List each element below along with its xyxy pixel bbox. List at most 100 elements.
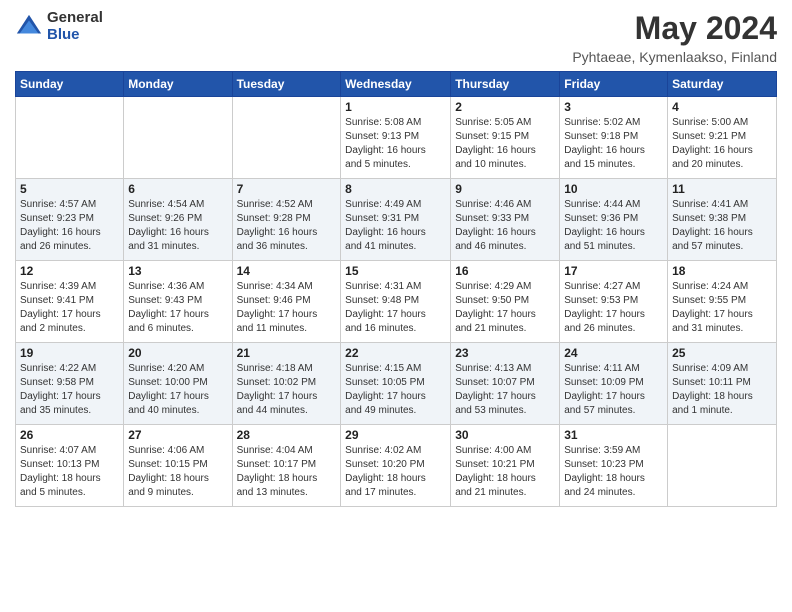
day-number: 30: [455, 428, 555, 442]
day-cell: 27 Sunrise: 4:06 AM Sunset: 10:15 PM Dayl…: [124, 425, 232, 507]
calendar-header: Sunday Monday Tuesday Wednesday Thursday…: [16, 72, 777, 97]
day-cell: 23 Sunrise: 4:13 AM Sunset: 10:07 PM Dayl…: [451, 343, 560, 425]
col-monday: Monday: [124, 72, 232, 97]
day-info: Sunrise: 4:27 AM Sunset: 9:53 PM Dayligh…: [564, 280, 663, 336]
day-cell: 1 Sunrise: 5:08 AM Sunset: 9:13 PM Daylig…: [341, 97, 451, 179]
day-cell: [668, 425, 777, 507]
day-number: 4: [672, 100, 772, 114]
day-cell: 8Sunrise: 4:49 AM Sunset: 9:31 PM Daylig…: [341, 179, 451, 261]
day-number: 13: [128, 264, 227, 278]
col-sunday: Sunday: [16, 72, 124, 97]
day-cell: 31 Sunrise: 3:59 AM Sunset: 10:23 PM Dayl…: [560, 425, 668, 507]
day-info: Sunrise: 4:07 AM Sunset: 10:13 PM Daylig…: [20, 444, 119, 500]
day-number: 23: [455, 346, 555, 360]
day-info: Sunrise: 4:54 AM Sunset: 9:26 PM Dayligh…: [128, 198, 227, 254]
col-tuesday: Tuesday: [232, 72, 341, 97]
day-info: Sunrise: 4:22 AM Sunset: 9:58 PM Dayligh…: [20, 362, 119, 418]
col-friday: Friday: [560, 72, 668, 97]
week-row-2: 12 Sunrise: 4:39 AM Sunset: 9:41 PM Dayli…: [16, 261, 777, 343]
day-number: 11: [672, 182, 772, 196]
day-cell: 7 Sunrise: 4:52 AM Sunset: 9:28 PM Daylig…: [232, 179, 341, 261]
day-cell: [16, 97, 124, 179]
subtitle: Pyhtaeae, Kymenlaakso, Finland: [572, 49, 777, 65]
day-info: Sunrise: 4:46 AM Sunset: 9:33 PM Dayligh…: [455, 198, 555, 254]
day-cell: 9 Sunrise: 4:46 AM Sunset: 9:33 PM Daylig…: [451, 179, 560, 261]
day-number: 21: [237, 346, 337, 360]
day-cell: 14 Sunrise: 4:34 AM Sunset: 9:46 PM Dayli…: [232, 261, 341, 343]
day-info: Sunrise: 5:08 AM Sunset: 9:13 PM Dayligh…: [345, 116, 446, 172]
day-number: 5: [20, 182, 119, 196]
day-info: Sunrise: 4:11 AM Sunset: 10:09 PM Daylig…: [564, 362, 663, 418]
day-info: Sunrise: 4:20 AM Sunset: 10:00 PM Daylig…: [128, 362, 227, 418]
week-row-4: 26 Sunrise: 4:07 AM Sunset: 10:13 PM Dayl…: [16, 425, 777, 507]
calendar: Sunday Monday Tuesday Wednesday Thursday…: [15, 71, 777, 507]
header-row: Sunday Monday Tuesday Wednesday Thursday…: [16, 72, 777, 97]
day-cell: 26 Sunrise: 4:07 AM Sunset: 10:13 PM Dayl…: [16, 425, 124, 507]
day-cell: 15Sunrise: 4:31 AM Sunset: 9:48 PM Dayli…: [341, 261, 451, 343]
day-number: 27: [128, 428, 227, 442]
day-cell: 24Sunrise: 4:11 AM Sunset: 10:09 PM Dayl…: [560, 343, 668, 425]
header: General Blue May 2024 Pyhtaeae, Kymenlaa…: [15, 10, 777, 65]
logo-text: General Blue: [47, 10, 103, 43]
day-cell: 20 Sunrise: 4:20 AM Sunset: 10:00 PM Dayl…: [124, 343, 232, 425]
day-info: Sunrise: 4:04 AM Sunset: 10:17 PM Daylig…: [237, 444, 337, 500]
day-cell: [124, 97, 232, 179]
week-row-1: 5 Sunrise: 4:57 AM Sunset: 9:23 PM Daylig…: [16, 179, 777, 261]
day-info: Sunrise: 5:00 AM Sunset: 9:21 PM Dayligh…: [672, 116, 772, 172]
day-info: Sunrise: 4:52 AM Sunset: 9:28 PM Dayligh…: [237, 198, 337, 254]
week-row-3: 19 Sunrise: 4:22 AM Sunset: 9:58 PM Dayli…: [16, 343, 777, 425]
day-info: Sunrise: 4:34 AM Sunset: 9:46 PM Dayligh…: [237, 280, 337, 336]
day-cell: 4 Sunrise: 5:00 AM Sunset: 9:21 PM Daylig…: [668, 97, 777, 179]
day-number: 17: [564, 264, 663, 278]
day-info: Sunrise: 4:39 AM Sunset: 9:41 PM Dayligh…: [20, 280, 119, 336]
day-number: 25: [672, 346, 772, 360]
col-thursday: Thursday: [451, 72, 560, 97]
day-number: 9: [455, 182, 555, 196]
day-cell: 29Sunrise: 4:02 AM Sunset: 10:20 PM Dayl…: [341, 425, 451, 507]
day-info: Sunrise: 4:29 AM Sunset: 9:50 PM Dayligh…: [455, 280, 555, 336]
day-info: Sunrise: 4:24 AM Sunset: 9:55 PM Dayligh…: [672, 280, 772, 336]
day-number: 1: [345, 100, 446, 114]
day-cell: 25 Sunrise: 4:09 AM Sunset: 10:11 PM Dayl…: [668, 343, 777, 425]
day-number: 26: [20, 428, 119, 442]
day-info: Sunrise: 4:18 AM Sunset: 10:02 PM Daylig…: [237, 362, 337, 418]
day-number: 8: [345, 182, 446, 196]
page: General Blue May 2024 Pyhtaeae, Kymenlaa…: [0, 0, 792, 612]
day-number: 14: [237, 264, 337, 278]
day-info: Sunrise: 4:09 AM Sunset: 10:11 PM Daylig…: [672, 362, 772, 418]
col-wednesday: Wednesday: [341, 72, 451, 97]
day-number: 3: [564, 100, 663, 114]
day-info: Sunrise: 4:13 AM Sunset: 10:07 PM Daylig…: [455, 362, 555, 418]
day-cell: 16 Sunrise: 4:29 AM Sunset: 9:50 PM Dayli…: [451, 261, 560, 343]
day-cell: 22Sunrise: 4:15 AM Sunset: 10:05 PM Dayl…: [341, 343, 451, 425]
day-number: 28: [237, 428, 337, 442]
day-info: Sunrise: 4:57 AM Sunset: 9:23 PM Dayligh…: [20, 198, 119, 254]
day-info: Sunrise: 3:59 AM Sunset: 10:23 PM Daylig…: [564, 444, 663, 500]
title-area: May 2024 Pyhtaeae, Kymenlaakso, Finland: [572, 10, 777, 65]
week-row-0: 1 Sunrise: 5:08 AM Sunset: 9:13 PM Daylig…: [16, 97, 777, 179]
day-number: 7: [237, 182, 337, 196]
day-cell: [232, 97, 341, 179]
day-info: Sunrise: 4:06 AM Sunset: 10:15 PM Daylig…: [128, 444, 227, 500]
calendar-body: 1 Sunrise: 5:08 AM Sunset: 9:13 PM Daylig…: [16, 97, 777, 507]
day-number: 31: [564, 428, 663, 442]
day-number: 12: [20, 264, 119, 278]
day-number: 20: [128, 346, 227, 360]
day-cell: 19 Sunrise: 4:22 AM Sunset: 9:58 PM Dayli…: [16, 343, 124, 425]
day-info: Sunrise: 4:02 AM Sunset: 10:20 PM Daylig…: [345, 444, 446, 500]
day-info: Sunrise: 5:02 AM Sunset: 9:18 PM Dayligh…: [564, 116, 663, 172]
day-number: 16: [455, 264, 555, 278]
day-info: Sunrise: 4:36 AM Sunset: 9:43 PM Dayligh…: [128, 280, 227, 336]
day-cell: 12 Sunrise: 4:39 AM Sunset: 9:41 PM Dayli…: [16, 261, 124, 343]
day-info: Sunrise: 5:05 AM Sunset: 9:15 PM Dayligh…: [455, 116, 555, 172]
day-info: Sunrise: 4:44 AM Sunset: 9:36 PM Dayligh…: [564, 198, 663, 254]
day-cell: 11Sunrise: 4:41 AM Sunset: 9:38 PM Dayli…: [668, 179, 777, 261]
day-cell: 18 Sunrise: 4:24 AM Sunset: 9:55 PM Dayli…: [668, 261, 777, 343]
day-number: 19: [20, 346, 119, 360]
col-saturday: Saturday: [668, 72, 777, 97]
day-cell: 3 Sunrise: 5:02 AM Sunset: 9:18 PM Daylig…: [560, 97, 668, 179]
logo-blue: Blue: [47, 27, 103, 44]
day-number: 6: [128, 182, 227, 196]
day-number: 18: [672, 264, 772, 278]
day-cell: 5 Sunrise: 4:57 AM Sunset: 9:23 PM Daylig…: [16, 179, 124, 261]
